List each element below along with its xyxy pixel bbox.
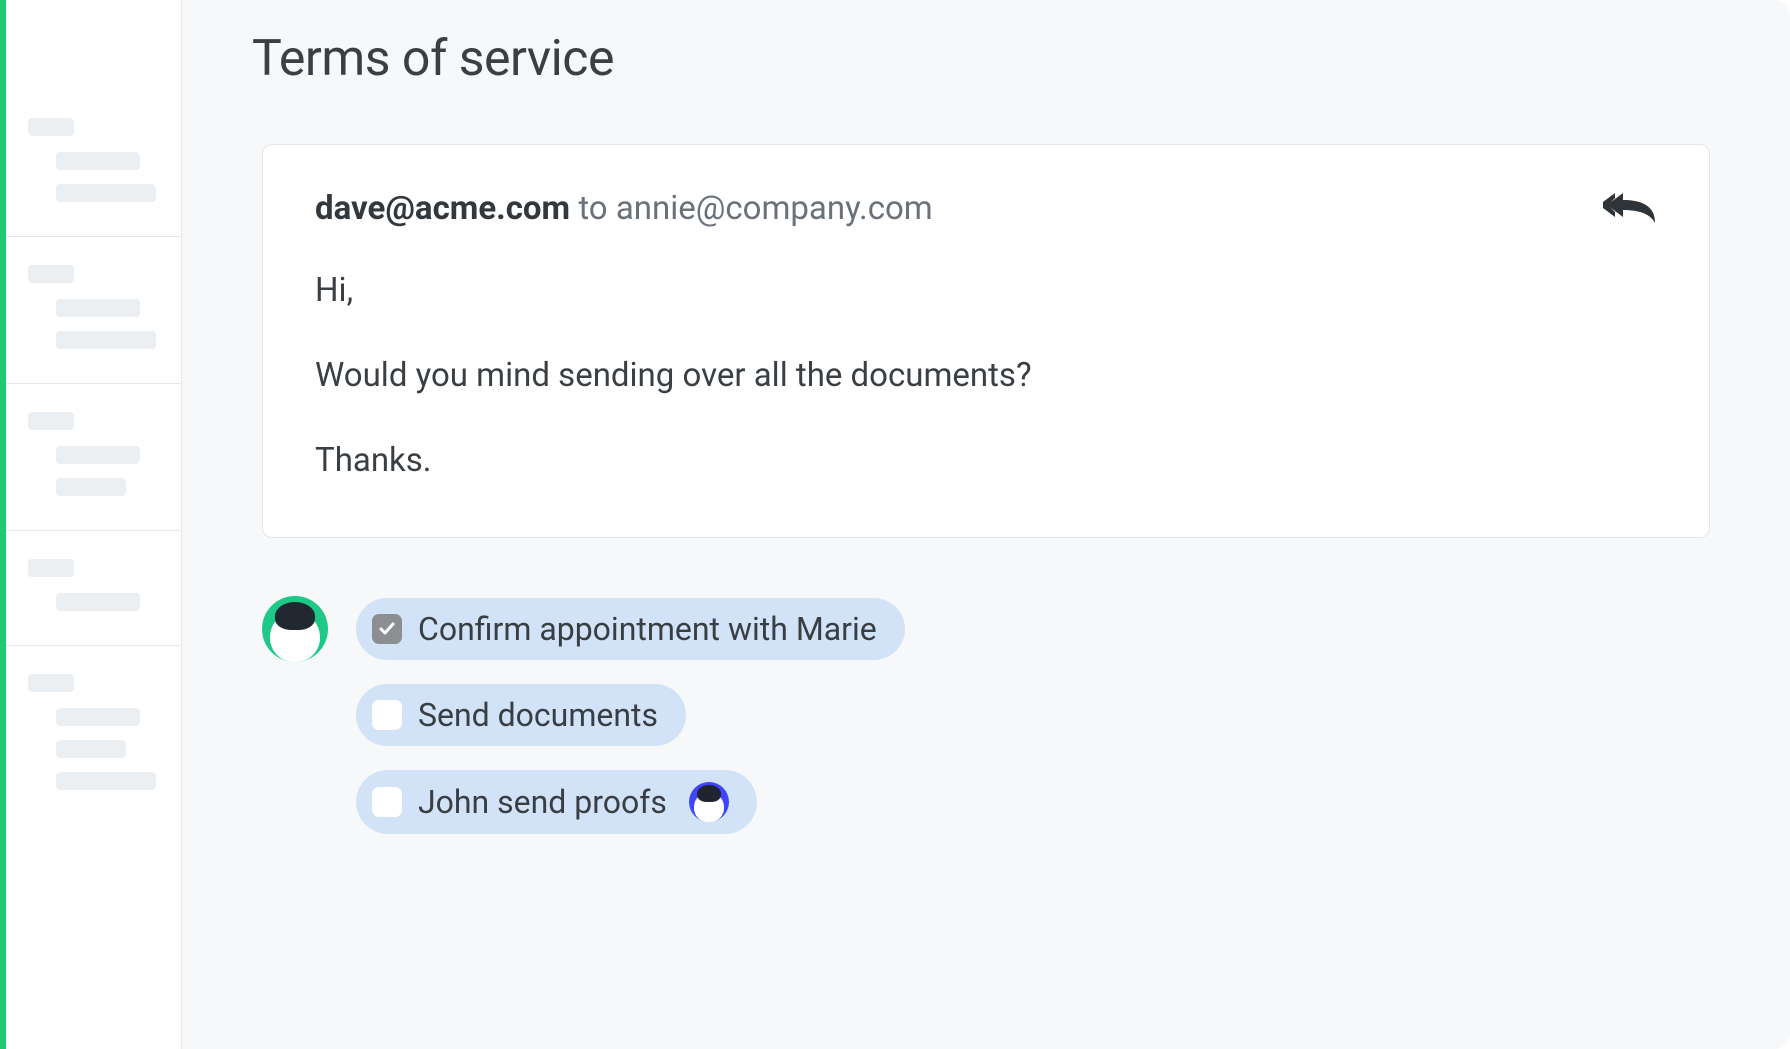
avatar-hair-icon [275,602,315,630]
sidebar-group [6,530,181,645]
app-root: Terms of service dave@acme.com to annie@… [0,0,1790,1049]
avatar-hair-icon [697,785,721,802]
sidebar-placeholder [56,740,126,758]
sidebar-placeholder [56,446,140,464]
sidebar-placeholder [56,478,126,496]
sidebar-placeholder [56,593,140,611]
task-item[interactable]: Send documents [356,684,686,746]
email-from: dave@acme.com [315,189,570,228]
email-line: Would you mind sending over all the docu… [315,355,1657,398]
email-greeting: Hi, [315,270,1657,313]
task-item[interactable]: Confirm appointment with Marie [356,598,905,660]
checkbox-icon[interactable] [372,787,402,817]
sidebar-placeholder [56,152,140,170]
email-addresses: dave@acme.com to annie@company.com [315,189,933,228]
task-label: John send proofs [418,783,667,821]
assignee-avatar[interactable] [689,782,729,822]
avatar [262,596,328,662]
sidebar-group [6,90,181,236]
sidebar-placeholder [28,118,74,136]
sidebar-placeholder [28,559,74,577]
sidebar-group [6,645,181,824]
sidebar-placeholder [56,331,156,349]
sidebar-placeholder [28,412,74,430]
sidebar-group [6,236,181,383]
checkbox-icon[interactable] [372,614,402,644]
sidebar [6,0,182,1049]
sidebar-placeholder [28,265,74,283]
sidebar-placeholder [56,184,156,202]
task-list: Confirm appointment with Marie Send docu… [356,598,905,834]
page-title: Terms of service [252,30,1710,88]
email-to: annie@company.com [616,189,933,228]
checkbox-icon[interactable] [372,700,402,730]
main-content: Terms of service dave@acme.com to annie@… [182,0,1790,1049]
email-signoff: Thanks. [315,440,1657,483]
task-area: Confirm appointment with Marie Send docu… [262,598,1710,834]
email-to-prefix: to [570,189,616,228]
email-body: Hi, Would you mind sending over all the … [315,270,1657,483]
task-label: Confirm appointment with Marie [418,610,877,648]
task-label: Send documents [418,696,658,734]
email-card: dave@acme.com to annie@company.com Hi, W… [262,144,1710,538]
reply-all-icon[interactable] [1603,190,1657,228]
sidebar-placeholder [56,772,156,790]
sidebar-placeholder [56,708,140,726]
sidebar-placeholder [56,299,140,317]
email-header: dave@acme.com to annie@company.com [315,189,1657,228]
task-item[interactable]: John send proofs [356,770,757,834]
sidebar-group [6,383,181,530]
sidebar-placeholder [28,674,74,692]
